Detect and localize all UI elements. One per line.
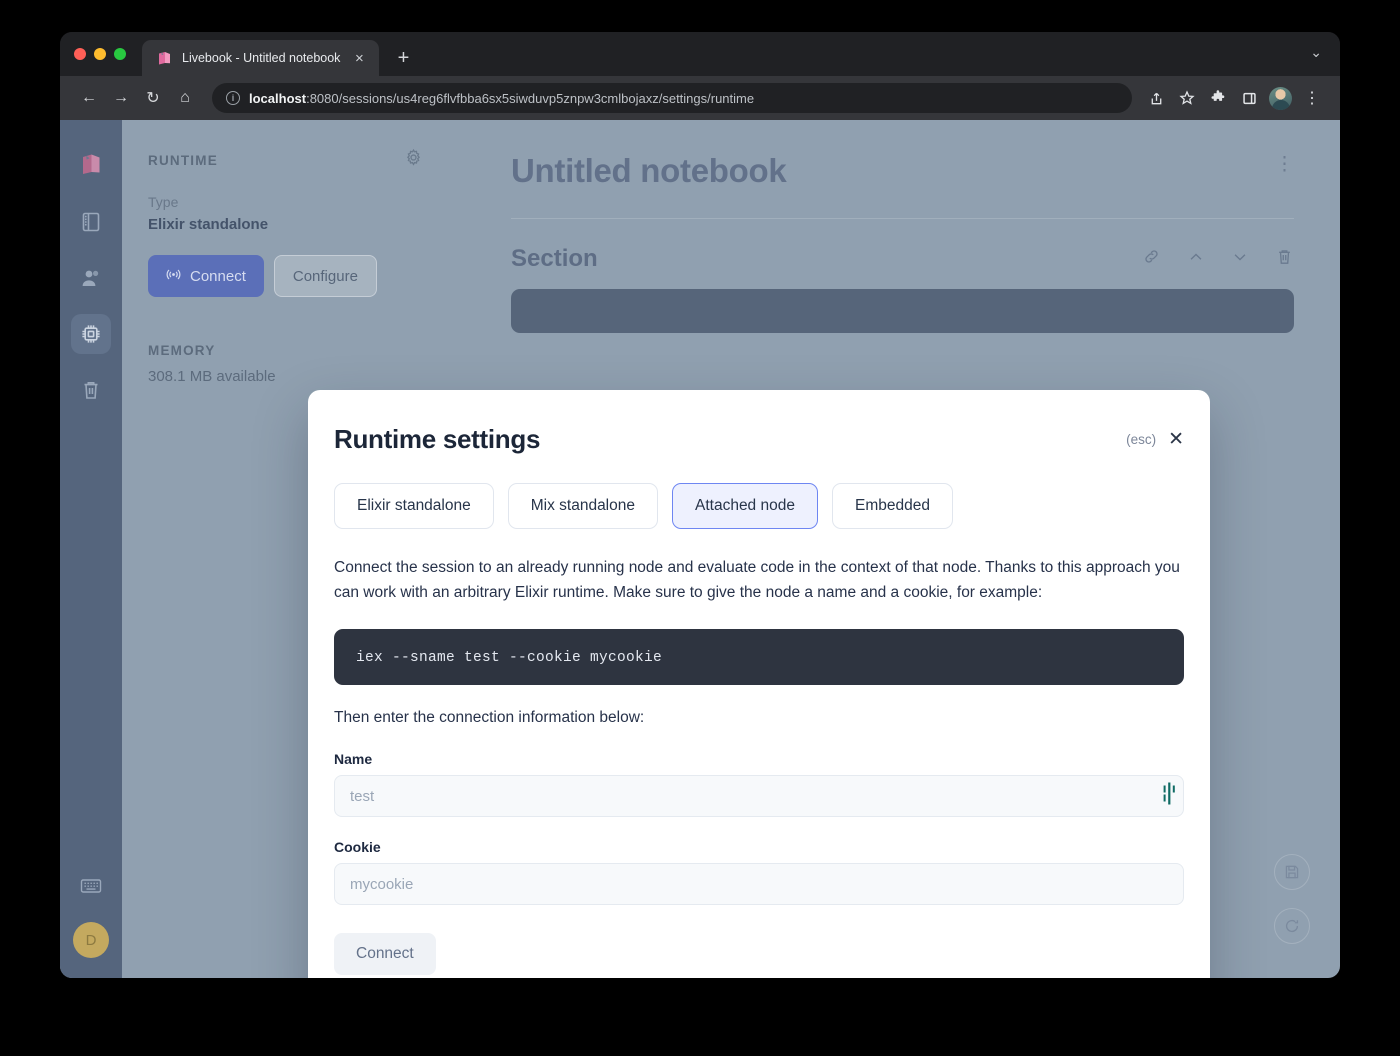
move-down-icon[interactable] <box>1231 248 1249 271</box>
keyboard-shortcuts-icon[interactable] <box>71 866 111 906</box>
back-button[interactable]: ← <box>74 83 104 113</box>
user-avatar[interactable]: D <box>73 922 109 958</box>
runtime-buttons: Connect Configure <box>148 255 423 297</box>
divider <box>511 218 1294 219</box>
section-title: Section <box>511 245 598 272</box>
bookmark-star-icon[interactable] <box>1173 84 1201 112</box>
share-icon[interactable] <box>1142 84 1170 112</box>
modal-title: Runtime settings <box>334 424 541 454</box>
browser-toolbar: ← → ↻ ⌂ i localhost:8080/sessions/us4reg… <box>60 76 1340 120</box>
cookie-input-wrap <box>334 863 1184 906</box>
name-input[interactable] <box>334 775 1184 818</box>
notebook-header: Untitled notebook ⋮ <box>511 152 1294 190</box>
memory-available-value: 308.1 MB available <box>148 368 276 385</box>
url-host: localhost <box>249 90 307 106</box>
code-snippet-block: iex --sname test --cookie mycookie <box>334 629 1184 686</box>
floating-tools <box>1274 854 1310 944</box>
sidebar-item-users-icon[interactable] <box>71 258 111 298</box>
sidebar-rail: D <box>60 120 122 978</box>
runtime-settings-modal: Runtime settings (esc) ✕ Elixir standalo… <box>308 390 1210 978</box>
extensions-puzzle-icon[interactable] <box>1204 84 1232 112</box>
window-controls <box>74 32 142 76</box>
home-button[interactable]: ⌂ <box>170 83 200 113</box>
name-field-group: Name <box>334 751 1184 818</box>
browser-menu-icon[interactable]: ⋮ <box>1298 84 1326 112</box>
link-icon[interactable] <box>1142 247 1161 271</box>
configure-runtime-button[interactable]: Configure <box>273 255 377 297</box>
code-snippet-text: iex --sname test --cookie mycookie <box>356 650 663 667</box>
profile-avatar[interactable] <box>1269 86 1292 110</box>
runtime-panel-header: RUNTIME <box>148 148 423 172</box>
save-icon[interactable] <box>1274 854 1310 890</box>
reload-button[interactable]: ↻ <box>138 83 168 113</box>
delete-section-icon[interactable] <box>1275 247 1294 271</box>
modal-description: Connect the session to an already runnin… <box>334 559 1180 602</box>
address-bar[interactable]: i localhost:8080/sessions/us4reg6flvfbba… <box>212 83 1132 113</box>
connect-button[interactable]: Connect <box>334 933 436 976</box>
gear-icon[interactable] <box>404 148 423 172</box>
site-info-icon[interactable]: i <box>226 91 240 105</box>
move-up-icon[interactable] <box>1187 248 1205 271</box>
sidebar-item-bin-icon[interactable] <box>71 370 111 410</box>
modal-close-group[interactable]: (esc) ✕ <box>1126 424 1184 449</box>
livebook-home-icon[interactable] <box>71 144 111 184</box>
maximize-window-button[interactable] <box>114 48 126 60</box>
tab-search-chevron-down-icon[interactable]: ⌄ <box>1310 44 1322 61</box>
modal-subtext: Then enter the connection information be… <box>334 709 645 727</box>
tab-attached-node[interactable]: Attached node <box>672 483 818 529</box>
tab-embedded[interactable]: Embedded <box>831 483 953 529</box>
connect-runtime-label: Connect <box>190 267 246 285</box>
page-title: Untitled notebook <box>511 152 787 189</box>
new-tab-button[interactable]: + <box>389 44 417 72</box>
connect-runtime-button[interactable]: Connect <box>148 255 264 297</box>
runtime-type-value: Elixir standalone <box>148 216 269 233</box>
forward-button[interactable]: → <box>106 83 136 113</box>
minimize-window-button[interactable] <box>94 48 106 60</box>
close-window-button[interactable] <box>74 48 86 60</box>
section-toolbar <box>1142 247 1294 271</box>
section-header: Section <box>511 245 1294 273</box>
cookie-field-group: Cookie <box>334 839 1184 906</box>
browser-tab[interactable]: Livebook - Untitled notebook × <box>142 40 380 76</box>
runtime-type-tabs: Elixir standalone Mix standalone Attache… <box>334 483 1184 529</box>
sidebar-item-sections-icon[interactable] <box>71 202 111 242</box>
close-tab-button[interactable]: × <box>349 48 369 68</box>
notebook-menu-icon[interactable]: ⋮ <box>1275 152 1294 174</box>
runtime-panel-title: RUNTIME <box>148 152 218 168</box>
name-input-wrap <box>334 775 1184 818</box>
configure-runtime-label: Configure <box>292 267 358 285</box>
name-field-label: Name <box>334 751 373 768</box>
cookie-input[interactable] <box>334 863 1184 906</box>
tab-mix-standalone[interactable]: Mix standalone <box>507 483 658 529</box>
memory-panel-title: MEMORY <box>148 343 216 358</box>
browser-tabstrip: Livebook - Untitled notebook × + ⌄ <box>60 32 1340 76</box>
livebook-logo-icon <box>156 50 173 67</box>
runtime-type-label: Type <box>148 194 179 210</box>
browser-window: Livebook - Untitled notebook × + ⌄ ← → ↻… <box>60 32 1340 978</box>
notebook-cell[interactable] <box>511 289 1294 333</box>
cookie-field-label: Cookie <box>334 839 381 856</box>
url-text: localhost:8080/sessions/us4reg6flvfbba6s… <box>249 91 754 106</box>
side-panel-icon[interactable] <box>1235 84 1263 112</box>
close-icon[interactable]: ✕ <box>1168 430 1184 449</box>
modal-header: Runtime settings (esc) ✕ <box>334 424 1184 455</box>
broadcast-icon <box>166 267 181 286</box>
toolbar-actions: ⋮ <box>1142 84 1326 112</box>
url-path: :8080/sessions/us4reg6flvfbba6sx5siwduvp… <box>306 90 755 106</box>
tab-title: Livebook - Untitled notebook <box>182 51 341 65</box>
sidebar-item-runtime-icon[interactable] <box>71 314 111 354</box>
esc-hint: (esc) <box>1126 432 1157 447</box>
livebook-page: D RUNTIME Type Elixir standalone Connect… <box>60 120 1340 978</box>
tab-elixir-standalone[interactable]: Elixir standalone <box>334 483 494 529</box>
reconnect-icon[interactable] <box>1274 908 1310 944</box>
